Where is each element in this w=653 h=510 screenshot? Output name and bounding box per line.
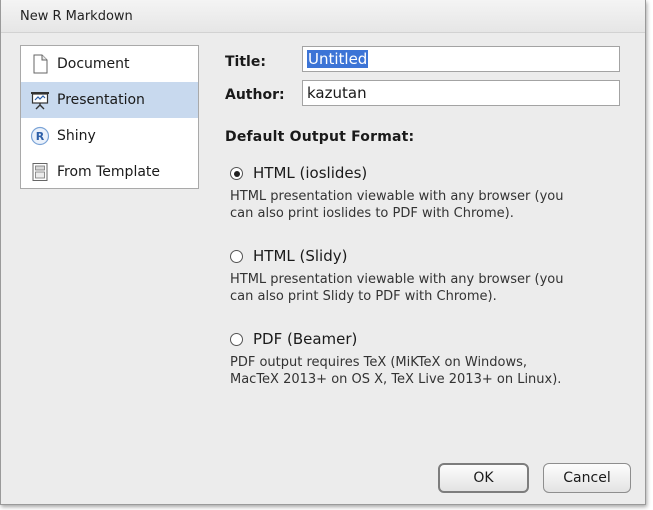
author-input-value: kazutan [307, 84, 367, 102]
description-line: HTML presentation viewable with any brow… [230, 189, 564, 204]
sidebar-item-label: Document [57, 56, 130, 72]
svg-text:R: R [36, 130, 45, 143]
description-line: PDF output requires TeX (MiKTeX on Windo… [230, 355, 528, 370]
author-input[interactable]: kazutan [302, 80, 620, 106]
sidebar-item-from-template[interactable]: From Template [21, 154, 198, 190]
sidebar-item-label: From Template [57, 164, 161, 180]
sidebar-item-label: Shiny [57, 128, 96, 144]
description-line: HTML presentation viewable with any brow… [230, 272, 564, 287]
option-description: HTML presentation viewable with any brow… [230, 188, 630, 222]
radio-button[interactable] [230, 250, 243, 263]
radio-label: PDF (Beamer) [253, 330, 358, 348]
template-icon [32, 163, 48, 181]
document-icon [33, 54, 48, 74]
cancel-button[interactable]: Cancel [543, 463, 631, 493]
dialog-titlebar: New R Markdown [1, 0, 645, 33]
sidebar-item-document[interactable]: Document [21, 46, 198, 82]
title-input[interactable]: Untitled [302, 46, 620, 72]
option-description: PDF output requires TeX (MiKTeX on Windo… [230, 354, 630, 388]
presentation-icon [31, 92, 49, 110]
background-window-edge [646, 0, 653, 510]
dialog-title: New R Markdown [20, 9, 133, 24]
ok-button[interactable]: OK [438, 463, 529, 493]
author-label: Author: [225, 87, 285, 103]
radio-pdf-beamer[interactable]: PDF (Beamer) [230, 330, 380, 350]
shiny-icon: R [30, 126, 50, 146]
radio-button[interactable] [230, 333, 243, 346]
sidebar-item-presentation[interactable]: Presentation [21, 82, 198, 118]
radio-label: HTML (Slidy) [253, 247, 348, 265]
sidebar-item-shiny[interactable]: R Shiny [21, 118, 198, 154]
option-description: HTML presentation viewable with any brow… [230, 271, 630, 305]
radio-label: HTML (ioslides) [253, 164, 368, 182]
template-type-list: Document Presentation R Shiny From Templ… [20, 45, 199, 189]
description-line: MacTeX 2013+ on OS X, TeX Live 2013+ on … [230, 372, 562, 387]
radio-html-ioslides[interactable]: HTML (ioslides) [230, 164, 390, 184]
radio-button[interactable] [230, 167, 243, 180]
title-input-value: Untitled [307, 50, 369, 68]
description-line: can also print ioslides to PDF with Chro… [230, 206, 514, 221]
title-label: Title: [225, 54, 266, 70]
new-r-markdown-dialog: New R Markdown Document Presentation R S… [0, 0, 646, 505]
description-line: can also print Slidy to PDF with Chrome)… [230, 289, 497, 304]
radio-html-slidy[interactable]: HTML (Slidy) [230, 247, 380, 267]
output-format-heading: Default Output Format: [225, 129, 415, 145]
sidebar-item-label: Presentation [57, 92, 145, 108]
